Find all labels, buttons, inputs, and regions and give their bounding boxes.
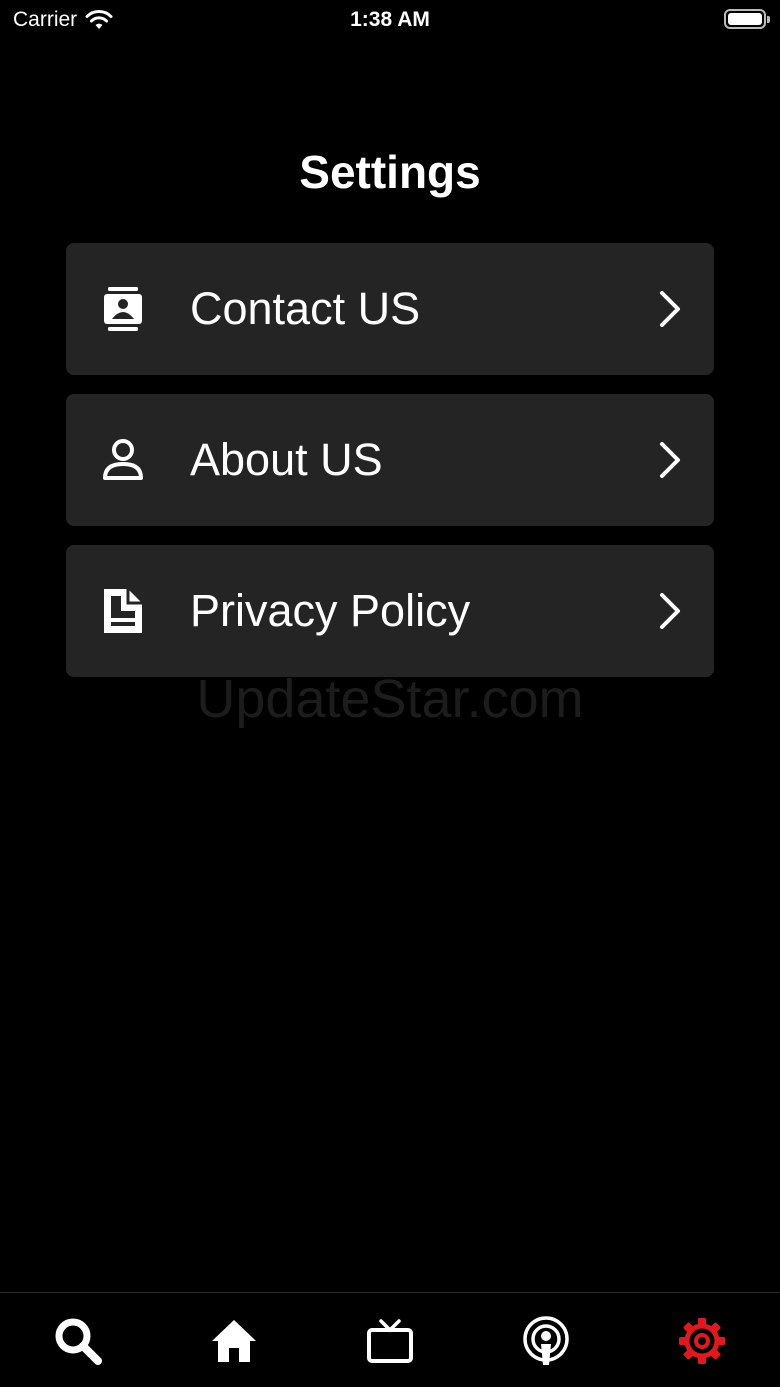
- settings-screen: Carrier 1:38 AM Settings Contact US Abou…: [0, 0, 780, 1387]
- home-icon: [212, 1320, 256, 1362]
- watermark: UpdateStar.com: [196, 669, 584, 729]
- battery-icon: [724, 9, 770, 29]
- settings-item-contact-us[interactable]: Contact US: [66, 243, 714, 375]
- person-icon: [103, 439, 143, 480]
- tab-bar: [0, 1292, 780, 1387]
- settings-item-label: Contact US: [190, 283, 421, 334]
- chevron-right-icon: [660, 442, 680, 478]
- chevron-right-icon: [660, 291, 680, 327]
- search-icon: [55, 1318, 102, 1365]
- podcast-icon: [523, 1316, 569, 1365]
- tab-podcast[interactable]: [516, 1313, 576, 1369]
- gear-icon: [679, 1318, 725, 1364]
- tab-search[interactable]: [48, 1313, 108, 1369]
- settings-item-about-us[interactable]: About US: [66, 394, 714, 526]
- tv-icon: [367, 1319, 413, 1363]
- status-time: 1:38 AM: [350, 8, 430, 31]
- tab-home[interactable]: [204, 1313, 264, 1369]
- tab-settings[interactable]: [672, 1313, 732, 1369]
- status-bar: Carrier 1:38 AM: [0, 0, 780, 40]
- contact-card-icon: [104, 287, 142, 331]
- settings-list: Contact US About US Privacy Policy: [66, 243, 714, 696]
- document-icon: [104, 589, 142, 633]
- chevron-right-icon: [660, 593, 680, 629]
- settings-item-label: About US: [190, 434, 383, 485]
- settings-item-label: Privacy Policy: [190, 585, 471, 636]
- page-title: Settings: [299, 146, 481, 198]
- settings-item-privacy-policy[interactable]: Privacy Policy: [66, 545, 714, 677]
- tab-tv[interactable]: [360, 1313, 420, 1369]
